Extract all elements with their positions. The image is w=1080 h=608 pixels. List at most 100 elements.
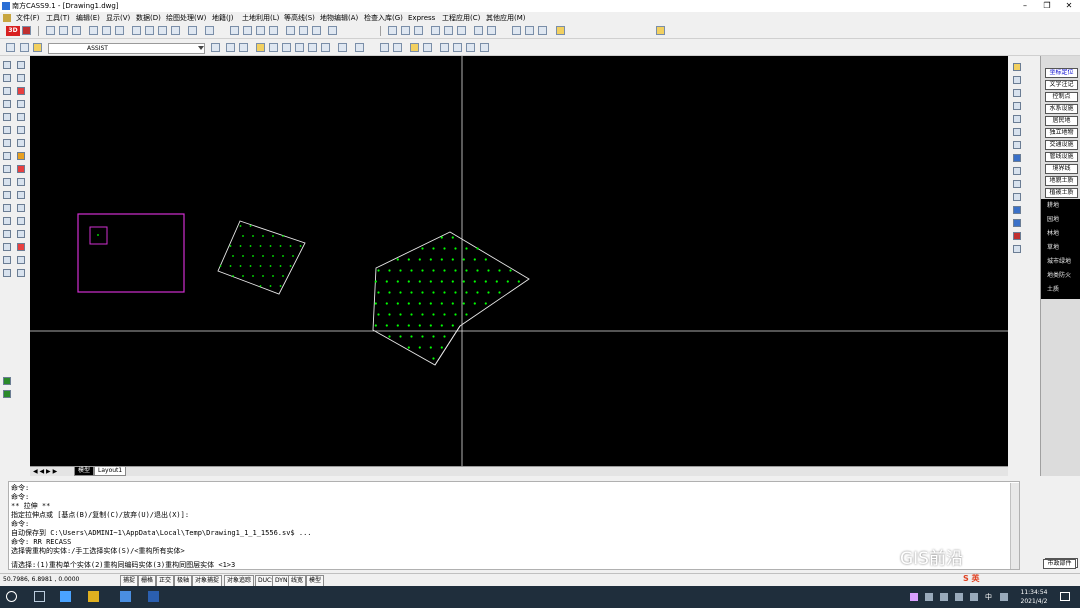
region-tool-icon[interactable] (3, 217, 11, 225)
mtext-tool-icon[interactable] (3, 230, 11, 238)
erase-tool-icon[interactable] (17, 87, 25, 95)
system-clock[interactable]: 11:34:54 2021/4/2 (1014, 588, 1054, 606)
array-tool-icon[interactable] (17, 126, 25, 134)
snap-tangent-icon[interactable] (457, 26, 466, 35)
undo-icon[interactable] (188, 26, 197, 35)
panel-button[interactable]: 居民地 (1045, 116, 1078, 126)
point-tool-icon[interactable] (3, 256, 11, 264)
paste-icon[interactable] (158, 26, 167, 35)
circle-tool-icon[interactable] (17, 74, 25, 82)
panel-sub-item[interactable]: 草地 (1047, 244, 1059, 252)
brush-icon[interactable] (410, 43, 419, 52)
chamfer-tool-icon[interactable] (3, 178, 11, 186)
new-file-icon[interactable] (46, 26, 55, 35)
redo-icon[interactable] (355, 43, 364, 52)
print-icon[interactable] (89, 26, 98, 35)
area-icon[interactable] (1013, 180, 1021, 188)
menu-file[interactable]: 文件(F) (16, 13, 40, 23)
3d-badge[interactable]: 3D (6, 26, 20, 36)
zoom-window-icon[interactable] (256, 26, 265, 35)
cass-app-icon[interactable] (120, 591, 131, 602)
table-tool-icon[interactable] (17, 217, 25, 225)
panel-sub-item[interactable]: 地类防火 (1047, 272, 1071, 280)
layer-icon[interactable] (1013, 154, 1021, 162)
design-center-icon[interactable] (299, 26, 308, 35)
search-icon[interactable] (1013, 115, 1021, 123)
panel-sub-item[interactable]: 耕地 (1047, 202, 1059, 210)
light-bulb-icon[interactable] (33, 43, 42, 52)
pencil-icon[interactable] (1013, 63, 1021, 71)
measure-tool-icon[interactable] (3, 243, 11, 251)
table-icon[interactable] (393, 43, 402, 52)
ime-toolbar[interactable]: S 英 (963, 573, 980, 584)
close-icon[interactable] (1013, 232, 1021, 240)
snap-endpoint-icon[interactable] (388, 26, 397, 35)
tab-nav-arrows-icon[interactable]: ◀ ◀ ▶ ▶ (33, 468, 57, 475)
tray-icon[interactable] (925, 593, 933, 601)
word-icon[interactable] (148, 591, 159, 602)
undo-icon[interactable] (338, 43, 347, 52)
info-icon[interactable] (1013, 206, 1021, 214)
panel-sub-item[interactable]: 城市绿地 (1047, 258, 1071, 266)
panel-button[interactable]: 植被土质 (1045, 188, 1078, 198)
brush-icon[interactable] (656, 26, 665, 35)
pline-tool-icon[interactable] (17, 61, 25, 69)
pan-icon[interactable] (269, 43, 278, 52)
command-prompt-line[interactable]: 请选择:(1)重构单个实体(2)重构同编码实体(3)重构同图层实体 <1>3 (11, 561, 235, 569)
menu-engineering[interactable]: 工程应用(C) (442, 13, 480, 23)
move-tool-icon[interactable] (17, 100, 25, 108)
pan-icon[interactable] (230, 26, 239, 35)
zoom-icon[interactable] (282, 43, 291, 52)
close-button[interactable]: ✕ (1058, 0, 1080, 12)
snap-quadrant-icon[interactable] (444, 26, 453, 35)
layer-manager-icon[interactable] (6, 43, 15, 52)
layer-previous-icon[interactable] (20, 43, 29, 52)
properties-icon[interactable] (286, 26, 295, 35)
drawing-canvas[interactable] (30, 56, 1008, 466)
point-icon[interactable] (423, 43, 432, 52)
dimension-tool-icon[interactable] (17, 230, 25, 238)
menu-feature-edit[interactable]: 地物编辑(A) (320, 13, 358, 23)
line-icon[interactable] (440, 43, 449, 52)
measure-icon[interactable] (453, 43, 462, 52)
start-icon[interactable] (6, 591, 17, 602)
snap-intersection-icon[interactable] (414, 26, 423, 35)
notification-icon[interactable] (1060, 592, 1070, 601)
copy-tool-icon[interactable] (3, 113, 11, 121)
snap-center-icon[interactable] (431, 26, 440, 35)
layer-dropdown[interactable]: ASSIST (48, 43, 205, 54)
trim-tool-icon[interactable] (17, 152, 25, 160)
cut-icon[interactable] (132, 26, 141, 35)
panel-sub-item[interactable]: 土质 (1047, 286, 1059, 294)
menu-edit[interactable]: 编辑(E) (76, 13, 100, 23)
menu-landuse[interactable]: 土地利用(L) (242, 13, 279, 23)
gear-icon[interactable] (1013, 76, 1021, 84)
hatch-tool-icon[interactable] (17, 191, 25, 199)
cass-draw-icon[interactable] (512, 26, 521, 35)
menu-express[interactable]: Express (408, 13, 435, 23)
snap-none-icon[interactable] (487, 26, 496, 35)
tab-model[interactable]: 模型 (74, 467, 95, 476)
menu-view[interactable]: 显示(V) (106, 13, 130, 23)
text-icon[interactable] (1013, 128, 1021, 136)
arc-icon[interactable] (1013, 89, 1021, 97)
menu-data[interactable]: 数据(D) (136, 13, 161, 23)
panel-button[interactable]: 文字注记 (1045, 80, 1078, 90)
panel-button[interactable]: 坐标定位 (1045, 68, 1078, 78)
command-window[interactable]: 命令: 命令: ** 拉伸 ** 指定拉伸点或 [基点(B)/复制(C)/放弃(… (8, 481, 1020, 570)
block-tool-icon[interactable] (3, 204, 11, 212)
save-icon[interactable] (72, 26, 81, 35)
stretch-tool-icon[interactable] (3, 152, 11, 160)
polygon-icon[interactable] (1013, 102, 1021, 110)
record-icon[interactable] (1013, 219, 1021, 227)
menu-cadastre[interactable]: 地籍(J) (212, 13, 234, 23)
print-preview-icon[interactable] (102, 26, 111, 35)
explode-tool-icon[interactable] (3, 191, 11, 199)
panel-button[interactable]: 控制点 (1045, 92, 1078, 102)
list-tool-icon[interactable] (17, 269, 25, 277)
pencil-icon[interactable] (1013, 141, 1021, 149)
municipal-parts-button[interactable]: 市政部件 (1043, 559, 1076, 569)
grid-icon[interactable] (380, 43, 389, 52)
zoom-in-icon[interactable] (295, 43, 304, 52)
query-icon[interactable] (1013, 167, 1021, 175)
